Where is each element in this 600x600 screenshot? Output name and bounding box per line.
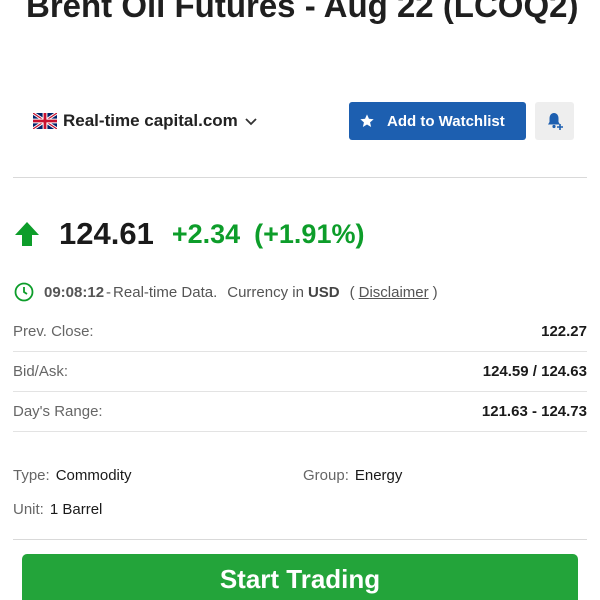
paren-close: ): [432, 283, 438, 301]
stat-value: 122.27: [541, 323, 587, 340]
stat-label: Bid/Ask:: [13, 363, 69, 380]
stat-label: Day's Range:: [13, 403, 103, 420]
detail-group-value: Energy: [354, 467, 403, 484]
stat-row-bid-ask: Bid/Ask: 124.59 / 124.63: [13, 352, 587, 392]
detail-unit: Unit: 1 Barrel: [13, 501, 102, 518]
currency-value: USD: [307, 283, 340, 301]
divider: [13, 539, 587, 540]
stat-row-prev-close: Prev. Close: 122.27: [13, 312, 587, 352]
detail-group: Group: Energy: [303, 467, 402, 484]
quote-time: 09:08:12: [44, 283, 105, 301]
star-icon: [360, 114, 374, 127]
bell-plus-icon: [547, 113, 563, 130]
data-source-selector[interactable]: Real-time capital.com: [33, 108, 258, 134]
detail-type-label: Type:: [13, 467, 50, 484]
last-price: 124.61: [59, 216, 154, 251]
uk-flag-icon: [33, 113, 57, 129]
detail-group-label: Group:: [303, 467, 349, 484]
chevron-down-icon: [245, 118, 257, 126]
detail-type-value: Commodity: [55, 467, 132, 484]
watchlist-label: Add to Watchlist: [387, 112, 505, 130]
stat-value: 124.59 / 124.63: [482, 363, 587, 380]
detail-type: Type: Commodity: [13, 467, 132, 484]
start-trading-button[interactable]: Start Trading: [22, 554, 578, 600]
detail-unit-label: Unit:: [13, 501, 44, 518]
clock-icon: [14, 282, 34, 302]
realtime-text: Real-time Data.: [113, 283, 218, 301]
currency-label: Currency in: [227, 283, 304, 301]
paren-open: (: [349, 283, 355, 301]
quote-status-row: 09:08:12 - Real-time Data. Currency in U…: [14, 281, 438, 303]
create-alert-button[interactable]: [535, 102, 574, 140]
price-change-percent: (+1.91%): [254, 218, 365, 249]
status-separator: -: [106, 283, 112, 301]
stat-row-days-range: Day's Range: 121.63 - 124.73: [13, 392, 587, 432]
quote-row: 124.61 +2.34 (+1.91%): [13, 212, 364, 256]
data-source-label: Real-time capital.com: [63, 111, 238, 130]
stat-label: Prev. Close:: [13, 323, 94, 340]
disclaimer-link[interactable]: Disclaimer: [359, 284, 429, 301]
arrow-up-icon: [15, 222, 39, 246]
divider: [13, 177, 587, 178]
price-change: +2.34: [171, 218, 241, 249]
add-to-watchlist-button[interactable]: Add to Watchlist: [349, 102, 526, 140]
detail-unit-value: 1 Barrel: [49, 501, 103, 518]
start-trading-label: Start Trading: [219, 564, 381, 594]
stat-value: 121.63 - 124.73: [481, 403, 587, 420]
page-title: Brent Oil Futures - Aug 22 (LCOQ2): [26, 0, 579, 24]
